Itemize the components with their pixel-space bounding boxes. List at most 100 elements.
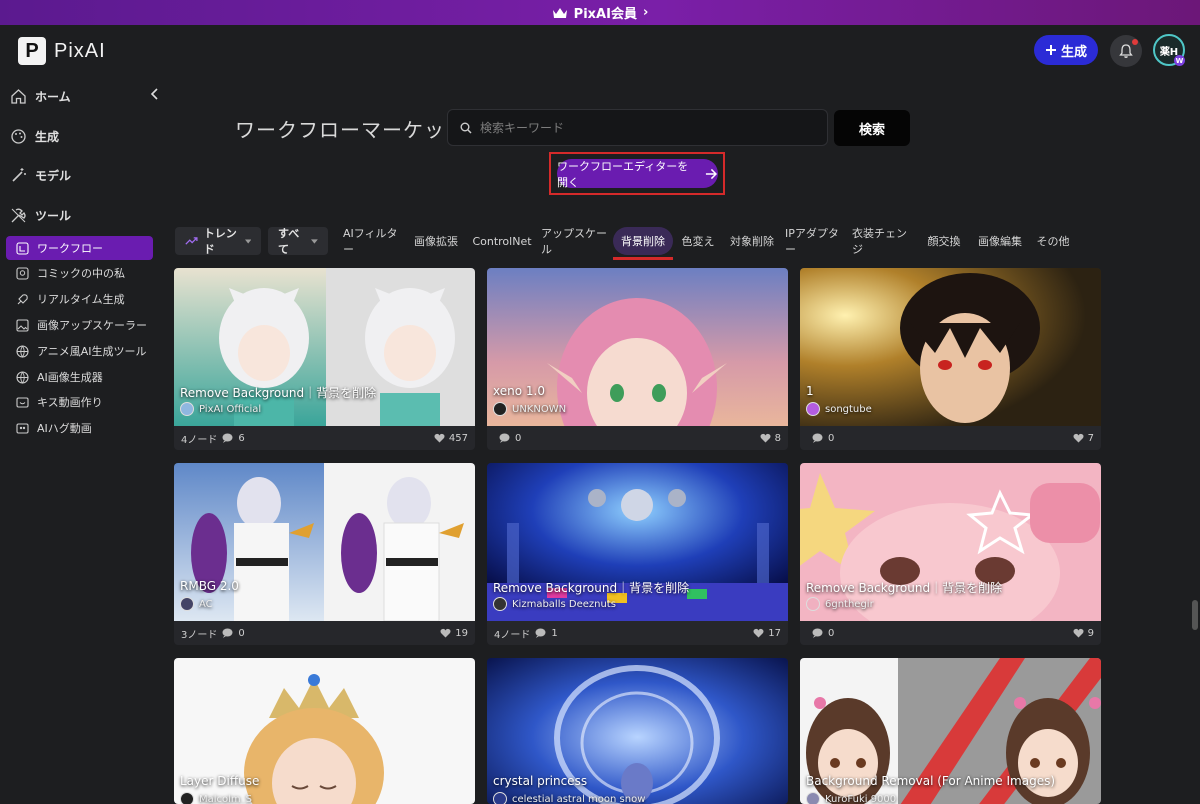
sidebar-item-home[interactable]: ホーム — [10, 81, 71, 111]
chevron-right-icon: › — [642, 5, 649, 20]
like-button[interactable]: 8 — [760, 433, 781, 444]
sidebar-item-generate[interactable]: 生成 — [10, 121, 59, 151]
sidebar-item-label: 画像アップスケーラー — [37, 319, 147, 332]
avatar — [180, 597, 194, 611]
chip-face-swap[interactable]: 顔交換 — [922, 227, 966, 255]
card-title: Remove Background｜背景を削除 — [180, 386, 377, 400]
card-title: Background Removal (For Anime Images) — [806, 774, 1056, 788]
workflow-card[interactable]: xeno 1.0 UNKNOWN 0 8 — [487, 268, 788, 450]
header: P PixAI 生成 薬H W — [0, 25, 1200, 77]
like-button[interactable]: 17 — [753, 628, 781, 639]
search-button[interactable]: 検索 — [834, 110, 910, 146]
open-editor-label: ワークフローエディターを開く — [557, 159, 689, 189]
scope-dropdown[interactable]: すべて — [268, 227, 328, 256]
sidebar-item-label: ワークフロー — [37, 242, 103, 255]
comment-count: 0 — [828, 627, 835, 639]
sidebar-item-ai-image[interactable]: AI画像生成器 — [6, 365, 153, 389]
author-name: songtube — [825, 403, 872, 415]
like-count: 7 — [1087, 432, 1094, 444]
generate-button[interactable]: 生成 — [1034, 35, 1098, 65]
node-count: 4ノード — [494, 629, 531, 641]
chip-controlnet[interactable]: ControlNet — [471, 227, 533, 255]
like-button[interactable]: 19 — [440, 628, 468, 639]
sidebar-item-kiss-video[interactable]: キス動画作り — [6, 390, 153, 414]
card-author[interactable]: KuroFuki 9000 — [806, 792, 896, 804]
author-name: celestial astral moon snow — [512, 793, 646, 804]
open-editor-button[interactable]: ワークフローエディターを開く — [557, 159, 718, 189]
heart-icon — [434, 433, 445, 443]
sidebar-item-label: ツール — [35, 208, 72, 223]
chip-ai-filter[interactable]: AIフィルター — [343, 227, 401, 256]
workflow-card[interactable]: Layer Diffuse Malcolm_S — [174, 658, 475, 804]
rocket-icon — [17, 293, 28, 304]
author-name: KuroFuki 9000 — [825, 793, 897, 804]
card-author[interactable]: celestial astral moon snow — [493, 792, 645, 804]
node-count: 3ノード — [181, 629, 218, 641]
comment-icon — [499, 433, 510, 443]
card-footer: 4ノード 1 17 — [487, 621, 788, 645]
sidebar-item-anime-ai[interactable]: アニメ風AI生成ツール — [6, 339, 153, 363]
scrollbar[interactable] — [1192, 600, 1198, 630]
chip-outpaint[interactable]: 画像拡張 — [409, 227, 463, 255]
workflow-card[interactable]: Remove Background｜背景を削除 6gnthegir 0 9 — [800, 463, 1101, 645]
chip-object-removal[interactable]: 対象削除 — [725, 227, 779, 255]
sidebar-item-tools[interactable]: ツール — [10, 200, 71, 230]
kiss-icon — [16, 396, 29, 408]
sidebar-item-label: AIハグ動画 — [37, 422, 92, 435]
collapse-sidebar-icon[interactable] — [148, 87, 162, 101]
like-button[interactable]: 7 — [1073, 433, 1094, 444]
sidebar-item-workflow[interactable]: ワークフロー — [6, 236, 153, 260]
card-title: 1 — [806, 384, 814, 398]
card-title: xeno 1.0 — [493, 384, 545, 398]
card-author[interactable]: Malcolm_S — [180, 792, 252, 804]
sidebar-item-models[interactable]: モデル — [10, 160, 71, 190]
sidebar: ホーム 生成 モデル ツール ワークフロー コミックの中の私 リアルタイム生成 … — [0, 77, 160, 804]
search-input[interactable] — [480, 120, 800, 135]
chip-other[interactable]: その他 — [1034, 227, 1072, 255]
chip-remove-background[interactable]: 背景削除 — [613, 227, 673, 255]
chip-image-edit[interactable]: 画像編集 — [972, 227, 1028, 255]
card-author[interactable]: songtube — [806, 402, 872, 416]
workflow-card[interactable]: 1 songtube 0 7 — [800, 268, 1101, 450]
chip-upscale[interactable]: アップスケール — [541, 227, 609, 256]
sidebar-item-hug-video[interactable]: AIハグ動画 — [6, 416, 153, 440]
face-icon — [16, 266, 29, 280]
workflow-card[interactable]: Remove Background｜背景を削除 PixAI Official 4… — [174, 268, 475, 450]
plus-icon — [1045, 45, 1056, 55]
workflow-card[interactable]: crystal princess celestial astral moon s… — [487, 658, 788, 804]
author-name: 6gnthegir — [825, 598, 874, 610]
chip-ip-adapter[interactable]: IPアダプター — [785, 227, 847, 256]
card-author[interactable]: Kizmaballs Deeznuts — [493, 597, 616, 611]
avatar — [493, 597, 507, 611]
sort-dropdown[interactable]: トレンド — [175, 227, 261, 256]
sidebar-item-upscaler[interactable]: 画像アップスケーラー — [6, 313, 153, 337]
comment-icon — [812, 433, 823, 443]
author-name: PixAI Official — [199, 403, 262, 415]
avatar[interactable]: 薬H W — [1153, 34, 1185, 66]
avatar — [493, 402, 507, 416]
logo[interactable]: P PixAI — [18, 37, 106, 65]
like-button[interactable]: 457 — [434, 433, 468, 444]
hug-icon — [16, 422, 29, 434]
chip-outfit-change[interactable]: 衣装チェンジ — [852, 227, 916, 256]
card-author[interactable]: 6gnthegir — [806, 597, 874, 611]
notifications-button[interactable] — [1110, 35, 1142, 67]
card-author[interactable]: AC — [180, 597, 213, 611]
sidebar-item-label: AI画像生成器 — [37, 371, 103, 384]
comment-icon — [812, 628, 823, 638]
heart-icon — [753, 628, 764, 638]
workflow-card[interactable]: Remove Background｜背景を削除 Kizmaballs Deezn… — [487, 463, 788, 645]
workflow-card[interactable]: RMBG 2.0 AC 3ノード 0 19 — [174, 463, 475, 645]
sidebar-item-realtime[interactable]: リアルタイム生成 — [6, 287, 153, 311]
author-name: AC — [199, 598, 213, 610]
workflow-card[interactable]: Background Removal (For Anime Images) Ku… — [800, 658, 1101, 804]
card-author[interactable]: UNKNOWN — [493, 402, 566, 416]
sidebar-item-comic-me[interactable]: コミックの中の私 — [6, 261, 153, 285]
like-button[interactable]: 9 — [1073, 628, 1094, 639]
card-author[interactable]: PixAI Official — [180, 402, 261, 416]
search-box[interactable] — [447, 109, 828, 146]
card-title: Remove Background｜背景を削除 — [806, 581, 1003, 595]
author-name: UNKNOWN — [512, 403, 567, 415]
chip-recolor[interactable]: 色変え — [677, 227, 719, 255]
membership-banner[interactable]: PixAI会員 › — [0, 0, 1200, 25]
